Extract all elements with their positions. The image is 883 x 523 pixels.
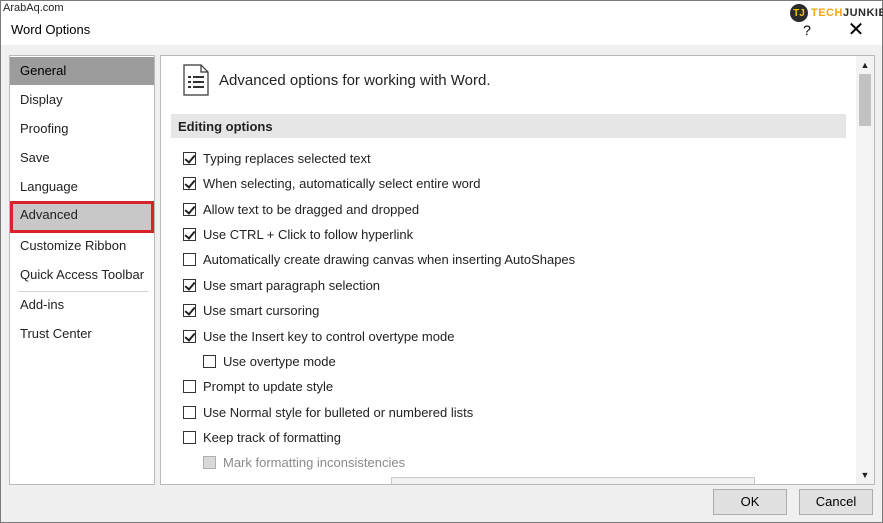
section-title: Editing options [178, 119, 273, 134]
scroll-down-icon[interactable]: ▼ [856, 466, 874, 484]
checkbox[interactable] [183, 176, 196, 190]
sidebar-item-save[interactable]: Save [10, 144, 154, 172]
checkbox[interactable] [183, 227, 196, 241]
option-track-formatting[interactable]: Keep track of formatting [183, 427, 341, 447]
sidebar-item-advanced[interactable]: Advanced [10, 201, 154, 233]
advanced-options-panel: Advanced options for working with Word. … [160, 55, 875, 485]
sidebar-item-language[interactable]: Language [10, 173, 154, 201]
option-mark-inconsistencies: Mark formatting inconsistencies [203, 452, 405, 472]
word-options-dialog: ArabAq.com TJ TECHJUNKIE Word Options ? … [0, 0, 883, 523]
option-select-entire-word[interactable]: When selecting, automatically select ent… [183, 173, 480, 193]
sidebar-item-quick-access-toolbar[interactable]: Quick Access Toolbar [10, 261, 154, 289]
checkbox[interactable] [203, 354, 216, 368]
option-drag-drop[interactable]: Allow text to be dragged and dropped [183, 199, 419, 219]
option-prompt-update-style[interactable]: Prompt to update style [183, 376, 333, 396]
sidebar-item-general[interactable]: General [10, 57, 154, 85]
option-ctrl-click-hyperlink[interactable]: Use CTRL + Click to follow hyperlink [183, 224, 413, 244]
close-button[interactable]: ✕ [843, 18, 869, 42]
cancel-button[interactable]: Cancel [799, 489, 873, 515]
sidebar-item-add-ins[interactable]: Add-ins [10, 291, 154, 319]
window-title: Word Options [11, 22, 91, 37]
watermark-text: ArabAq.com [3, 2, 64, 14]
checkbox[interactable] [183, 430, 196, 444]
partial-control [391, 477, 755, 484]
checkbox[interactable] [183, 252, 196, 266]
sidebar-item-trust-center[interactable]: Trust Center [10, 320, 154, 348]
option-typing-replaces[interactable]: Typing replaces selected text [183, 148, 371, 168]
scroll-up-icon[interactable]: ▲ [856, 56, 874, 74]
option-drawing-canvas[interactable]: Automatically create drawing canvas when… [183, 249, 575, 269]
sidebar-item-display[interactable]: Display [10, 86, 154, 114]
vertical-scrollbar[interactable]: ▲ ▼ [856, 56, 874, 484]
brand-part1: TECH [811, 7, 843, 19]
sidebar-item-customize-ribbon[interactable]: Customize Ribbon [10, 232, 154, 260]
checkbox[interactable] [183, 278, 196, 292]
checkbox[interactable] [183, 379, 196, 393]
checkbox[interactable] [183, 202, 196, 216]
options-sidebar: General Display Proofing Save Language A… [9, 55, 155, 485]
editing-options-section: Editing options [171, 114, 846, 138]
scrollbar-thumb[interactable] [859, 74, 871, 126]
checkbox [203, 455, 216, 469]
option-smart-paragraph[interactable]: Use smart paragraph selection [183, 275, 380, 295]
checkbox[interactable] [183, 151, 196, 165]
sidebar-item-proofing[interactable]: Proofing [10, 115, 154, 143]
option-smart-cursoring[interactable]: Use smart cursoring [183, 300, 319, 320]
option-insert-key-overtype[interactable]: Use the Insert key to control overtype m… [183, 326, 454, 346]
document-options-icon [183, 64, 209, 96]
checkbox[interactable] [183, 405, 196, 419]
ok-button[interactable]: OK [713, 489, 787, 515]
option-use-overtype[interactable]: Use overtype mode [203, 351, 336, 371]
checkbox[interactable] [183, 329, 196, 343]
help-button[interactable]: ? [797, 20, 817, 40]
page-header: Advanced options for working with Word. [219, 72, 491, 89]
option-normal-style-lists[interactable]: Use Normal style for bulleted or numbere… [183, 402, 473, 422]
title-bar: ArabAq.com TJ TECHJUNKIE Word Options ? … [1, 1, 883, 45]
checkbox[interactable] [183, 303, 196, 317]
